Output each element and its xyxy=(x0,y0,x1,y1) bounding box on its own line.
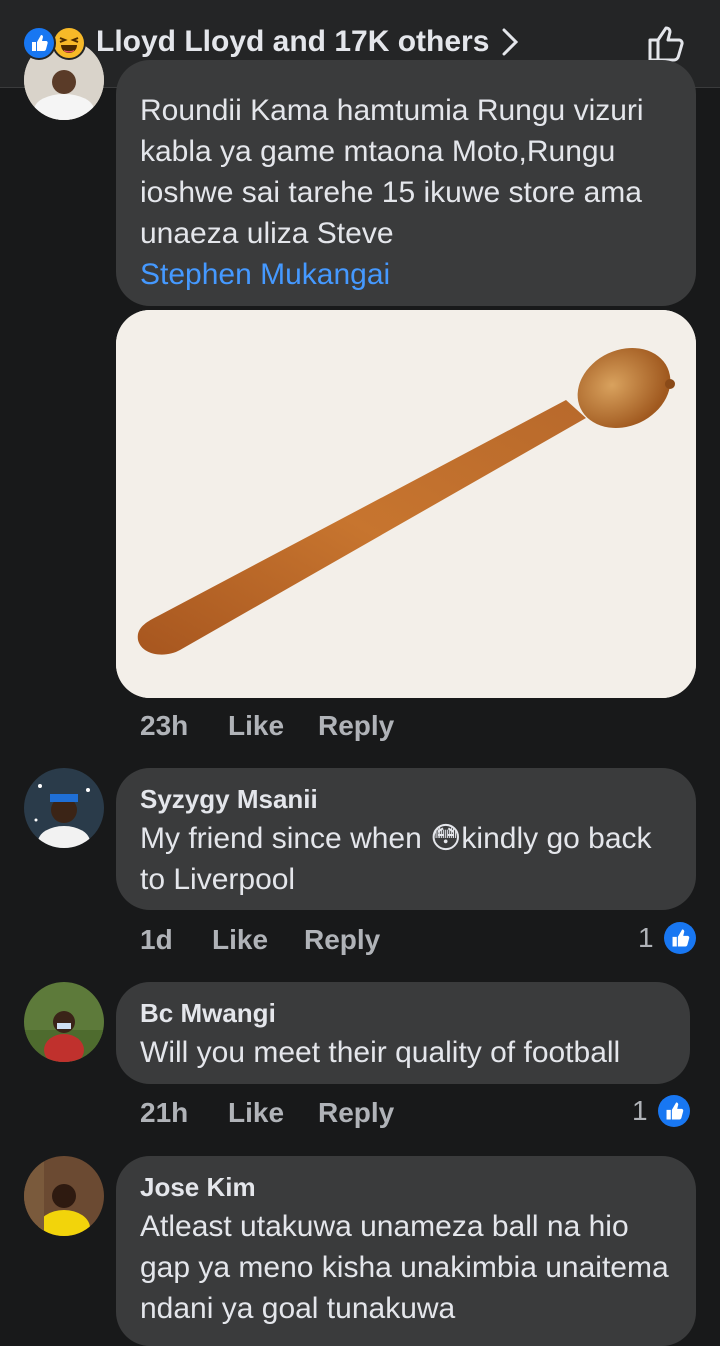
like-reaction-icon[interactable] xyxy=(664,922,696,954)
haha-reaction-icon xyxy=(52,26,86,60)
comment-bubble[interactable]: Syzygy Msanii My friend since when 😳kind… xyxy=(116,768,696,910)
comment-bubble[interactable]: Bc Mwangi Will you meet their quality of… xyxy=(116,982,690,1084)
comment-image[interactable] xyxy=(116,310,696,698)
reply-button[interactable]: Reply xyxy=(304,922,380,958)
like-reaction-icon[interactable] xyxy=(658,1095,690,1127)
comment-text: Atleast utakuwa unameza ball na hio gap … xyxy=(140,1210,669,1325)
like-button[interactable]: Like xyxy=(228,708,284,744)
header-title[interactable]: Lloyd Lloyd and 17K others xyxy=(96,22,489,62)
comment-text-part: My friend since when xyxy=(140,822,431,855)
comment-time: 23h xyxy=(140,710,189,741)
comment-text: Will you meet their quality of football xyxy=(140,1036,621,1069)
flushed-emoji: 😳 xyxy=(430,822,462,855)
like-button[interactable]: Like xyxy=(212,922,268,958)
chevron-right-icon[interactable] xyxy=(496,24,524,60)
comment-bubble[interactable]: Jose Kim Atleast utakuwa unameza ball na… xyxy=(116,1156,696,1346)
comment-time: 21h xyxy=(140,1097,189,1128)
reply-button[interactable]: Reply xyxy=(318,1095,394,1131)
comment-bubble[interactable]: Roundii Kama hamtumia Rungu vizuri kabla… xyxy=(116,60,696,306)
like-reaction-icon xyxy=(22,26,56,60)
reaction-icons xyxy=(20,24,92,60)
avatar[interactable] xyxy=(24,1156,104,1236)
comment-text: Roundii Kama hamtumia Rungu vizuri kabla… xyxy=(140,94,644,250)
reaction-count[interactable]: 1 xyxy=(632,1093,648,1129)
mention-link[interactable]: Stephen Mukangai xyxy=(140,254,680,295)
comment-text: My friend since when 😳kindly go back to … xyxy=(140,818,680,900)
reaction-count[interactable]: 1 xyxy=(638,920,654,956)
commenter-name[interactable]: Jose Kim xyxy=(140,1170,256,1204)
like-button[interactable]: Like xyxy=(228,1095,284,1131)
reply-button[interactable]: Reply xyxy=(318,708,394,744)
commenter-name[interactable]: Syzygy Msanii xyxy=(140,782,318,816)
comment-time: 1d xyxy=(140,924,173,955)
commenter-name[interactable]: Bc Mwangi xyxy=(140,996,276,1030)
avatar[interactable] xyxy=(24,982,104,1062)
avatar[interactable] xyxy=(24,768,104,848)
